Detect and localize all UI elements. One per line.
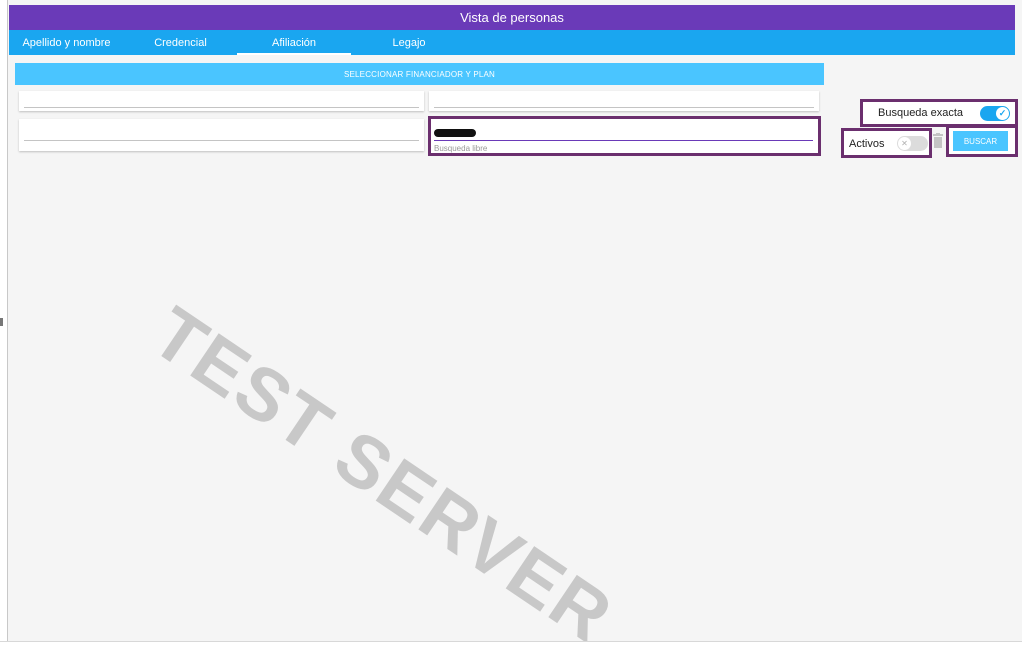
field-underline <box>24 107 419 108</box>
tab-legajo[interactable]: Legajo <box>351 30 467 55</box>
left-scroll-edge <box>0 0 8 647</box>
text-field-1[interactable] <box>19 91 424 111</box>
app-window: Vista de personas Apellido y nombre Cred… <box>0 0 1022 659</box>
tab-label: Afiliación <box>271 36 317 49</box>
bottom-edge <box>0 641 1022 647</box>
active-filter-toggle[interactable]: ✕ <box>897 136 928 151</box>
redacted-search-value <box>434 129 476 137</box>
field-underline <box>434 140 813 141</box>
exact-search-label: Busqueda exacta <box>878 107 964 119</box>
tab-afiliacion[interactable]: Afiliación <box>237 30 351 55</box>
active-filter-control: Activos ✕ <box>841 128 932 158</box>
test-server-watermark: TEST SERVER <box>138 290 628 659</box>
tab-label: Legajo <box>392 36 426 49</box>
text-field-2[interactable] <box>429 91 819 111</box>
free-search-field[interactable]: Busqueda libre <box>428 116 821 156</box>
search-button[interactable]: BUSCAR <box>953 131 1008 151</box>
select-financiador-plan-button[interactable]: SELECCIONAR FINANCIADOR Y PLAN <box>15 63 824 85</box>
tab-apellido-nombre[interactable]: Apellido y nombre <box>9 30 124 55</box>
field-underline <box>434 107 814 108</box>
tab-credencial[interactable]: Credencial <box>124 30 237 55</box>
tab-label: Credencial <box>154 36 207 49</box>
tab-bar: Apellido y nombre Credencial Afiliación … <box>9 30 1015 55</box>
active-filter-label: Activos <box>849 138 885 150</box>
field-underline <box>24 140 419 141</box>
text-field-3[interactable] <box>19 119 424 151</box>
check-icon: ✓ <box>996 107 1009 120</box>
exact-search-toggle[interactable]: ✓ <box>980 106 1010 121</box>
search-button-frame: BUSCAR <box>946 125 1018 157</box>
page-title-text: Vista de personas <box>460 10 564 25</box>
trash-icon[interactable] <box>933 133 943 148</box>
tab-label: Apellido y nombre <box>22 36 111 49</box>
page-title: Vista de personas <box>9 5 1015 30</box>
scroll-handle[interactable] <box>0 318 3 326</box>
exact-search-control: Busqueda exacta ✓ <box>860 99 1018 127</box>
x-icon: ✕ <box>898 137 911 150</box>
free-search-placeholder: Busqueda libre <box>434 144 488 153</box>
